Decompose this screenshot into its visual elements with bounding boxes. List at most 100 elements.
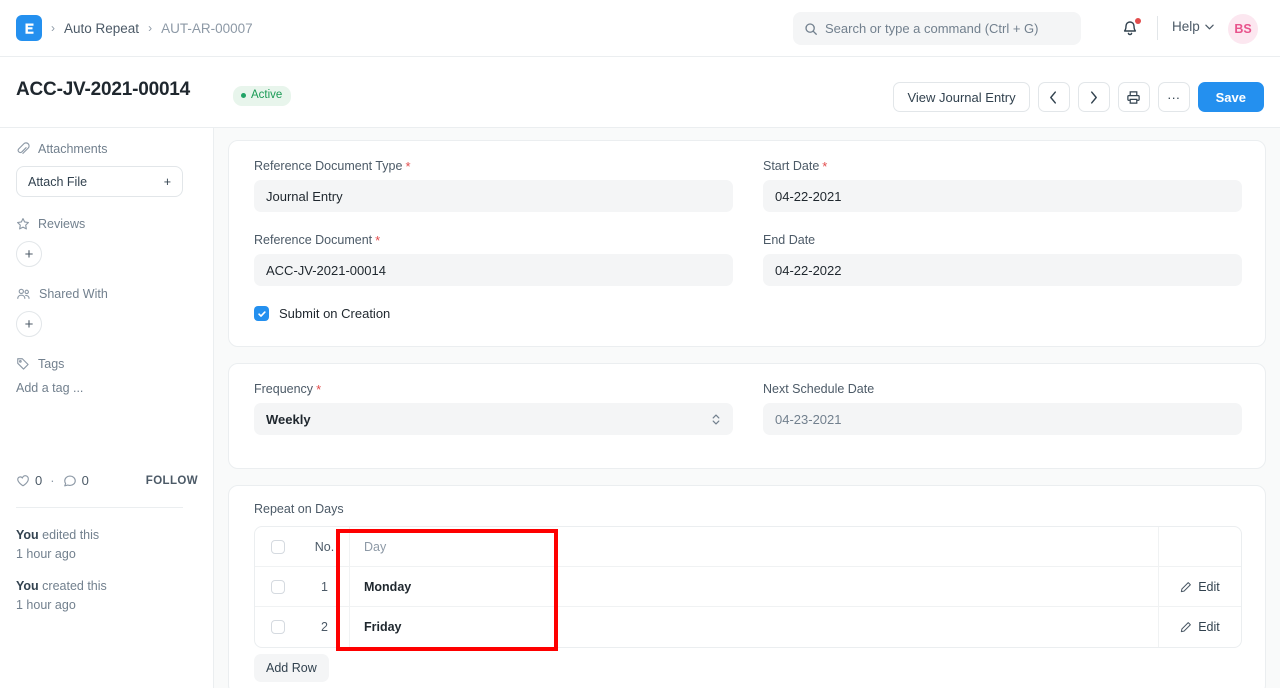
row-checkbox[interactable] [271,620,285,634]
submit-on-creation-checkbox-row[interactable]: Submit on Creation [254,306,390,321]
grid-header-row: No. Day [255,527,1241,567]
row-day-value[interactable]: Friday [350,620,1158,634]
add-review-button[interactable]: + [16,241,42,267]
start-date-label: Start Date * [763,159,1242,173]
reference-document-label: Reference Document * [254,233,733,247]
search-bar[interactable] [793,12,1081,45]
app-logo[interactable] [16,15,42,41]
table-row[interactable]: 2 Friday Edit [255,607,1241,647]
users-icon [16,287,31,301]
label-text: Reference Document Type [254,159,402,173]
user-avatar[interactable]: BS [1228,14,1258,44]
document-sidebar: Attachments Attach File + Reviews + [0,128,214,688]
field-end-date: End Date 04-22-2022 [763,233,1242,286]
start-date-input[interactable]: 04-22-2021 [763,180,1242,212]
heart-icon [16,474,30,488]
breadcrumb-auto-repeat[interactable]: Auto Repeat [64,21,139,36]
add-tag-link[interactable]: Add a tag ... [16,381,197,395]
reviews-label: Reviews [38,217,85,231]
chevron-down-icon [1205,24,1214,30]
select-all-checkbox[interactable] [271,540,285,554]
submit-on-creation-checkbox[interactable] [254,306,269,321]
reference-document-type-input[interactable]: Journal Entry [254,180,733,212]
label-text: Reference Document [254,233,372,247]
comment-stat[interactable]: 0 [63,473,89,488]
activity-time: 1 hour ago [16,598,76,612]
print-button[interactable] [1118,82,1150,112]
table-row[interactable]: 1 Monday Edit [255,567,1241,607]
search-icon [804,22,818,36]
breadcrumb-separator-1: › [51,21,55,35]
plus-icon: + [164,175,171,189]
sidebar-divider [16,507,183,508]
follow-button[interactable]: FOLLOW [146,475,198,487]
row-select-cell [255,580,300,594]
activity-actor: You [16,528,39,542]
sidebar-section-shared-with: Shared With + [16,287,197,337]
add-row-button[interactable]: Add Row [254,654,329,682]
page-body: Attachments Attach File + Reviews + [0,128,1280,688]
field-start-date: Start Date * 04-22-2021 [763,159,1242,212]
activity-action: created this [39,579,107,593]
field-frequency: Frequency * Weekly [254,382,733,435]
label-text: End Date [763,233,815,247]
like-count: 0 [35,473,42,488]
attach-file-button[interactable]: Attach File + [16,166,183,197]
end-date-label: End Date [763,233,1242,247]
status-label: Active [251,90,282,102]
column-header-edit [1158,527,1241,567]
save-button[interactable]: Save [1198,82,1264,112]
row-day-value[interactable]: Monday [350,580,1158,594]
star-icon [16,217,30,231]
column-header-day: Day [350,540,1158,554]
like-stat[interactable]: 0 [16,473,42,488]
attachments-label: Attachments [38,142,107,156]
shared-with-header: Shared With [16,287,197,301]
printer-icon [1126,90,1141,105]
help-label: Help [1172,19,1200,34]
more-options-button[interactable]: ··· [1158,82,1190,112]
add-shared-user-button[interactable]: + [16,311,42,337]
repeat-on-days-card: Repeat on Days No. Day 1 Monday [228,485,1266,688]
required-asterisk: * [405,160,410,173]
row-number: 1 [300,567,350,607]
comment-count: 0 [82,473,89,488]
stats-separator: · [50,473,54,488]
reference-section-card: Reference Document Type * Journal Entry … [228,140,1266,347]
end-date-input[interactable]: 04-22-2022 [763,254,1242,286]
next-document-button[interactable] [1078,82,1110,112]
attachments-header: Attachments [16,142,197,156]
notification-badge-dot [1135,18,1141,24]
row-checkbox[interactable] [271,580,285,594]
status-dot-icon [241,93,246,98]
page-actions: View Journal Entry ··· Save [893,82,1264,112]
prev-document-button[interactable] [1038,82,1070,112]
reference-document-input[interactable]: ACC-JV-2021-00014 [254,254,733,286]
frequency-select[interactable]: Weekly [254,403,733,435]
label-text: Start Date [763,159,819,173]
help-menu[interactable]: Help [1172,19,1214,34]
notifications-bell-icon[interactable] [1120,18,1140,39]
row-edit-button[interactable]: Edit [1158,567,1241,607]
row-edit-button[interactable]: Edit [1158,607,1241,647]
submit-on-creation-label: Submit on Creation [279,306,390,321]
required-asterisk: * [822,160,827,173]
sidebar-section-attachments: Attachments Attach File + [16,142,197,197]
shared-with-label: Shared With [39,287,108,301]
label-text: Next Schedule Date [763,382,874,396]
column-header-no: No. [300,527,350,567]
navbar-divider [1157,16,1158,40]
sidebar-stats: 0 · 0 FOLLOW [16,473,198,488]
reviews-header: Reviews [16,217,197,231]
search-input[interactable] [825,21,1070,36]
sidebar-section-tags: Tags Add a tag ... [16,357,197,395]
attach-file-label: Attach File [28,175,87,189]
frequency-section-card: Frequency * Weekly Next Schedule Date [228,363,1266,469]
main-content: Reference Document Type * Journal Entry … [214,128,1280,688]
activity-action: edited this [39,528,99,542]
comment-icon [63,474,77,488]
activity-item-created: You created this 1 hour ago [16,577,198,616]
row-edit-label: Edit [1198,580,1220,594]
status-badge: Active [233,86,291,106]
view-journal-entry-button[interactable]: View Journal Entry [893,82,1029,112]
